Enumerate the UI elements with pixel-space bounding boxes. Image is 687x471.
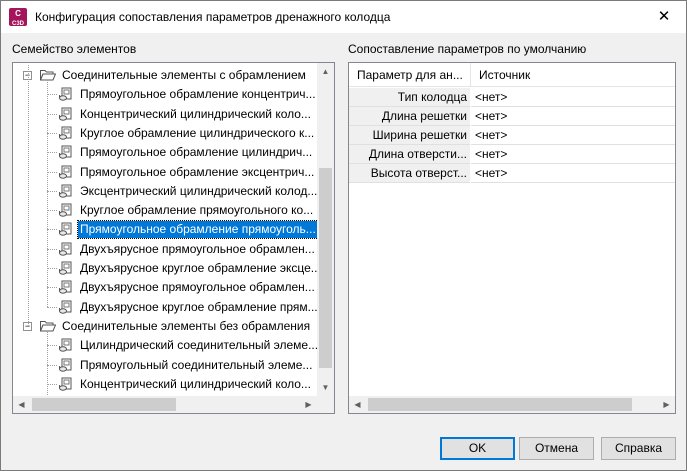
tree-item-label: Двухъярусное круглое обрамление прям...	[80, 299, 318, 314]
parameter-name-cell: Длина решетки	[349, 107, 470, 126]
tree-item-row[interactable]: Двухъярусное круглое обрамление прям...	[13, 298, 318, 317]
parameter-name-cell: Высота отверст...	[349, 164, 470, 183]
open-folder-icon	[40, 70, 56, 81]
scroll-thumb[interactable]	[32, 398, 176, 411]
grid-header: Параметр для ан... Источник	[349, 63, 675, 87]
tree-item-row[interactable]: Двухъярусное прямоугольное обрамлен...	[13, 240, 315, 259]
source-value-cell[interactable]: <нет>	[471, 107, 675, 126]
tree-item-row[interactable]: Прямоугольное обрамление цилиндрич...	[13, 143, 313, 162]
tree-vertical-scrollbar[interactable]: ▲ ▼	[317, 63, 334, 396]
tree-item-label: Прямоугольное обрамление прямоуголь...	[77, 220, 319, 240]
scrollbar-corner	[317, 396, 334, 413]
tree-item-row[interactable]: Концентрический цилиндрический коло...	[13, 105, 313, 124]
close-button[interactable]: ✕	[642, 1, 686, 33]
structure-part-icon	[59, 338, 72, 352]
grid-horizontal-scrollbar[interactable]: ◀ ▶	[349, 396, 675, 413]
tree-item-row[interactable]: Двухъярусное круглое обрамление эксце...	[13, 259, 321, 278]
dialog-window: C C3D Конфигурация сопоставления параметр…	[0, 0, 687, 471]
parameter-mapping-grid: Параметр для ан... Источник Тип колодца <…	[348, 62, 676, 414]
structure-part-icon	[59, 145, 72, 159]
element-family-label: Семейство элементов	[12, 42, 137, 56]
tree-horizontal-scrollbar[interactable]: ◀ ▶	[13, 396, 334, 413]
grid-row[interactable]: Ширина решетки <нет>	[349, 126, 675, 145]
tree-item-row[interactable]: Круглое обрамление цилиндрического к...	[13, 124, 315, 143]
title-bar: C C3D Конфигурация сопоставления параметр…	[1, 1, 686, 33]
grid-row[interactable]: Высота отверст... <нет>	[349, 164, 675, 183]
tree-item-label: Концентрический цилиндрический коло...	[80, 106, 311, 121]
grid-row[interactable]: Длина отверсти... <нет>	[349, 145, 675, 164]
tree-item-label: Круглое обрамление прямоугольного ко...	[80, 203, 314, 218]
tree-item-label: Прямоугольное обрамление концентрич...	[80, 87, 316, 102]
tree-item-row[interactable]: Прямоугольный соединительный элеме...	[13, 356, 313, 375]
parameter-name-cell: Тип колодца	[349, 88, 470, 107]
tree-group-row[interactable]: − Соединительные элементы с обрамлением	[13, 66, 313, 85]
structure-part-icon	[59, 184, 72, 198]
parameter-name-cell: Длина отверсти...	[349, 145, 470, 164]
scroll-right-arrow-icon[interactable]: ▶	[658, 396, 675, 413]
structure-part-icon	[59, 126, 72, 140]
column-header-source[interactable]: Источник	[471, 63, 675, 87]
tree-item-row[interactable]: Круглое обрамление прямоугольного ко...	[13, 201, 313, 220]
ok-button[interactable]: OK	[440, 437, 515, 460]
tree-item-label: Двухъярусное прямоугольное обрамлен...	[80, 241, 315, 256]
element-family-tree[interactable]: − Соединительные элементы с обрамлением Пр…	[12, 62, 335, 414]
tree-group-label: Соединительные элементы с обрамлением	[62, 68, 306, 82]
tree-item-label: Двухъярусное прямоугольное обрамлен...	[80, 280, 315, 295]
cancel-button[interactable]: Отмена	[519, 437, 594, 460]
structure-part-icon	[59, 377, 72, 391]
structure-part-icon	[59, 261, 72, 275]
tree-item-row[interactable]: Прямоугольное обрамление прямоуголь...	[13, 220, 319, 240]
scroll-right-arrow-icon[interactable]: ▶	[300, 396, 317, 413]
tree-group-row[interactable]: − Соединительные элементы без обрамления	[13, 317, 313, 336]
source-value-cell[interactable]: <нет>	[471, 126, 675, 145]
default-mapping-label: Сопоставление параметров по умолчанию	[348, 42, 587, 56]
structure-part-icon	[59, 165, 72, 179]
scroll-left-arrow-icon[interactable]: ◀	[13, 396, 30, 413]
source-value-cell[interactable]: <нет>	[471, 88, 675, 107]
structure-part-icon	[59, 222, 72, 237]
tree-group-label: Соединительные элементы без обрамления	[62, 318, 311, 333]
structure-part-icon	[59, 242, 72, 256]
scroll-down-arrow-icon[interactable]: ▼	[317, 379, 334, 396]
tree-connector	[47, 80, 48, 307]
structure-part-icon	[59, 358, 72, 372]
tree-item-label: Круглое обрамление цилиндрического к...	[80, 125, 315, 140]
scroll-thumb[interactable]	[319, 168, 332, 368]
tree-item-label: Прямоугольное обрамление цилиндрич...	[80, 145, 313, 160]
tree-item-label: Концентрический цилиндрический коло...	[80, 376, 311, 391]
tree-connector	[28, 65, 29, 326]
scroll-up-arrow-icon[interactable]: ▲	[317, 63, 334, 80]
tree-item-row[interactable]: Концентрический цилиндрический коло...	[13, 375, 313, 394]
tree-item-row[interactable]: Прямоугольное обрамление эксцентрич...	[13, 163, 315, 182]
structure-part-icon	[59, 300, 72, 314]
tree-item-row[interactable]: Двухъярусное прямоугольное обрамлен...	[13, 278, 315, 297]
tree-item-label: Прямоугольное обрамление эксцентрич...	[80, 164, 315, 179]
tree-item-label: Прямоугольный соединительный элеме...	[80, 357, 313, 372]
scroll-left-arrow-icon[interactable]: ◀	[349, 396, 366, 413]
tree-item-label: Двухъярусное круглое обрамление эксце...	[80, 261, 321, 275]
source-value-cell[interactable]: <нет>	[471, 145, 675, 164]
tree-item-row[interactable]: Цилиндрический соединительный элеме...	[13, 336, 318, 355]
source-value-cell[interactable]: <нет>	[471, 164, 675, 183]
open-folder-icon	[40, 320, 56, 332]
window-title: Конфигурация сопоставления параметров др…	[35, 10, 391, 24]
tree-item-row[interactable]: Эксцентрический цилиндрический колод...	[13, 182, 317, 201]
scroll-thumb[interactable]	[368, 398, 632, 411]
tree-item-label: Эксцентрический цилиндрический колод...	[80, 183, 318, 198]
tree-item-row[interactable]: Прямоугольное обрамление концентрич...	[13, 85, 316, 104]
parameter-name-cell: Ширина решетки	[349, 126, 470, 145]
column-header-parameter[interactable]: Параметр для ан...	[349, 63, 470, 87]
tree-item-label: Цилиндрический соединительный элеме...	[80, 338, 319, 353]
grid-row[interactable]: Тип колодца <нет>	[349, 88, 675, 107]
tree-connector	[47, 330, 48, 403]
help-button[interactable]: Справка	[601, 437, 676, 460]
structure-part-icon	[59, 203, 72, 217]
structure-part-icon	[59, 107, 72, 121]
structure-part-icon	[59, 280, 72, 294]
structure-part-icon	[59, 87, 72, 101]
app-icon: C C3D	[9, 8, 27, 27]
grid-row[interactable]: Длина решетки <нет>	[349, 107, 675, 126]
